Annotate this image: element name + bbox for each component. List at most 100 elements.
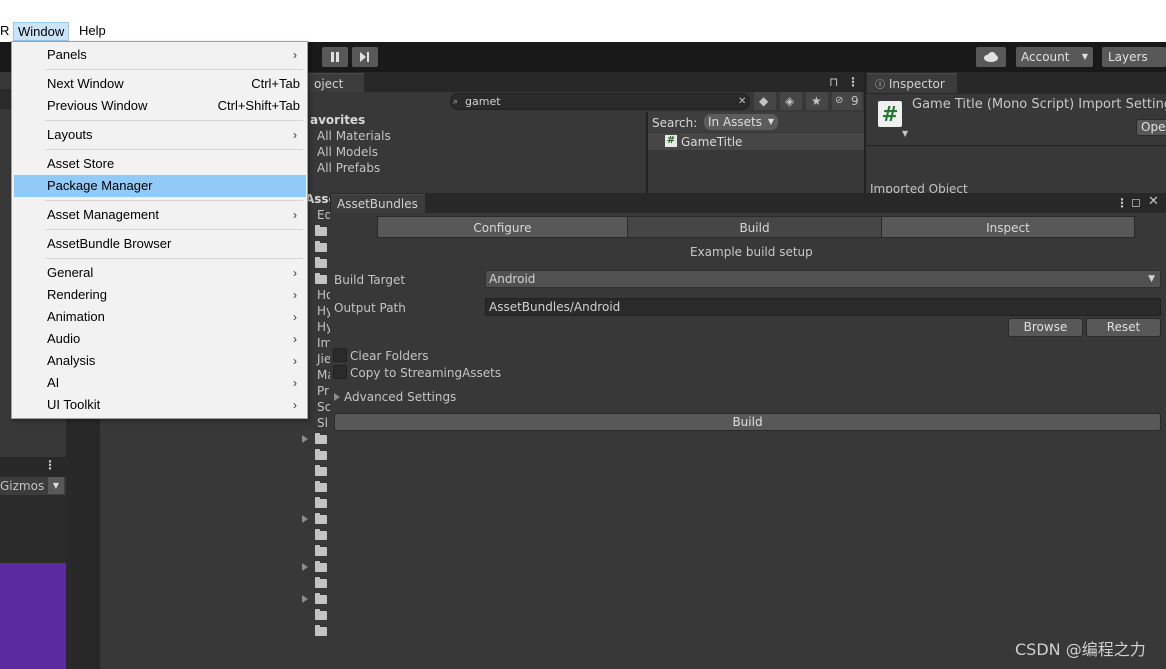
lock-icon[interactable]: ⊓: [829, 74, 838, 90]
result-name: GameTitle: [681, 135, 743, 149]
menu-item-label: AssetBundle Browser: [47, 236, 172, 251]
menu-item-label: Audio: [47, 331, 81, 346]
more-icon[interactable]: ⋮: [44, 458, 56, 472]
tab-inspector-label: Inspector: [888, 77, 945, 91]
pause-icon: [331, 52, 339, 62]
menu-item-audio[interactable]: Audio ›: [14, 328, 306, 350]
tab-project[interactable]: oject: [308, 73, 364, 93]
create-filter-button[interactable]: ◆: [754, 92, 776, 110]
build-target-dropdown[interactable]: Android ▼: [485, 270, 1161, 288]
menu-item-assetbundle-browser[interactable]: AssetBundle Browser: [14, 233, 306, 255]
pause-button[interactable]: [322, 47, 348, 67]
menubar-item-partial[interactable]: R: [0, 22, 13, 41]
assetbundles-tabbar: [330, 193, 1166, 213]
menu-item-asset-store[interactable]: Asset Store: [14, 153, 306, 175]
step-button[interactable]: [352, 47, 378, 67]
browse-button[interactable]: Browse: [1008, 318, 1083, 337]
close-icon[interactable]: ✕: [1148, 194, 1159, 210]
build-label: Build: [732, 415, 763, 429]
menubar-item-window[interactable]: Window: [13, 22, 70, 41]
layers-dropdown[interactable]: Layers: [1102, 47, 1166, 67]
fav-item[interactable]: All Models: [317, 144, 378, 160]
menu-item-layouts[interactable]: Layouts ›: [14, 124, 306, 146]
csharp-script-icon: #: [665, 135, 677, 147]
advanced-settings-foldout[interactable]: Advanced Settings: [344, 389, 456, 405]
star-icon: ★: [811, 94, 822, 108]
cloud-button[interactable]: [976, 47, 1006, 67]
menu-item-next-window[interactable]: Next Window Ctrl+Tab: [14, 73, 306, 95]
search-scope-dropdown[interactable]: In Assets ▼: [704, 114, 779, 130]
clear-folders-checkbox[interactable]: [333, 348, 347, 362]
build-button[interactable]: Build: [334, 413, 1161, 431]
tab-configure-label: Configure: [473, 221, 532, 235]
label-filter-button[interactable]: ◈: [780, 92, 802, 110]
menu-separator: [45, 258, 303, 259]
menu-item-analysis[interactable]: Analysis ›: [14, 350, 306, 372]
maximize-icon[interactable]: ◻: [1131, 194, 1141, 210]
menu-item-ui-toolkit[interactable]: UI Toolkit ›: [14, 394, 306, 416]
layers-label: Layers: [1108, 50, 1148, 64]
fav-item[interactable]: All Materials: [317, 128, 391, 144]
search-result-row[interactable]: # GameTitle: [648, 133, 864, 150]
more-icon[interactable]: ⋮: [1116, 195, 1128, 211]
dropdown-arrow-icon[interactable]: ▼: [902, 126, 908, 142]
advanced-foldout-arrow-icon[interactable]: [334, 393, 340, 401]
menu-item-rendering[interactable]: Rendering ›: [14, 284, 306, 306]
menu-item-label: Analysis: [47, 353, 96, 368]
search-scope-label: In Assets: [708, 115, 763, 129]
tab-project-label: oject: [314, 77, 344, 91]
output-path-input[interactable]: AssetBundles/Android: [485, 298, 1161, 316]
submenu-arrow-icon: ›: [293, 128, 297, 142]
menubar-item-help[interactable]: Help: [75, 22, 110, 41]
folder-icon: [315, 433, 327, 444]
gizmos-label: Gizmos: [0, 479, 45, 493]
menu-item-label: Next Window: [47, 76, 124, 91]
folder-icon: [315, 593, 327, 604]
tab-assetbundles[interactable]: AssetBundles: [331, 194, 425, 213]
open-button[interactable]: Oper: [1136, 119, 1166, 136]
clear-search-icon[interactable]: ✕: [738, 94, 746, 110]
menu-item-shortcut: Ctrl+Tab: [251, 76, 300, 91]
menu-item-label: Layouts: [47, 127, 93, 142]
reset-button[interactable]: Reset: [1086, 318, 1161, 337]
tab-configure[interactable]: Configure: [377, 216, 628, 238]
project-search-input[interactable]: gamet: [450, 93, 750, 110]
submenu-arrow-icon: ›: [293, 354, 297, 368]
fav-item[interactable]: All Prefabs: [317, 160, 380, 176]
output-path-value: AssetBundles/Android: [489, 300, 621, 314]
account-dropdown[interactable]: Account ▼: [1016, 47, 1093, 67]
folder-icon: [315, 225, 327, 236]
tab-build[interactable]: Build: [627, 216, 882, 238]
tab-inspect[interactable]: Inspect: [881, 216, 1135, 238]
build-target-value: Android: [489, 272, 536, 286]
menu-item-panels[interactable]: Panels ›: [14, 44, 306, 66]
watermark: CSDN @编程之力: [1015, 640, 1146, 659]
menu-item-previous-window[interactable]: Previous Window Ctrl+Shift+Tab: [14, 95, 306, 117]
submenu-arrow-icon: ›: [293, 288, 297, 302]
dropdown-arrow-icon: ▼: [48, 477, 64, 494]
tree-item[interactable]: Sl: [317, 415, 328, 431]
menu-separator: [45, 229, 303, 230]
menu-item-package-manager[interactable]: Package Manager: [14, 175, 306, 197]
expand-arrow-icon[interactable]: [302, 563, 308, 571]
favorite-button[interactable]: ★: [806, 92, 828, 110]
menu-item-shortcut: Ctrl+Shift+Tab: [217, 98, 300, 113]
more-icon[interactable]: ⋮: [847, 74, 859, 90]
hidden-packages-button[interactable]: ⊘ 9: [832, 92, 862, 110]
menu-item-ai[interactable]: AI ›: [14, 372, 306, 394]
menu-item-asset-management[interactable]: Asset Management ›: [14, 204, 306, 226]
menu-item-general[interactable]: General ›: [14, 262, 306, 284]
copy-streaming-checkbox[interactable]: [333, 365, 347, 379]
expand-arrow-icon[interactable]: [302, 435, 308, 443]
gizmos-dropdown[interactable]: Gizmos ▼: [0, 477, 66, 495]
tab-inspector[interactable]: ⓘ Inspector: [867, 73, 957, 93]
expand-arrow-icon[interactable]: [302, 515, 308, 523]
info-icon: ⓘ: [875, 80, 885, 91]
folder-icon: [315, 273, 327, 284]
submenu-arrow-icon: ›: [293, 310, 297, 324]
menu-item-animation[interactable]: Animation ›: [14, 306, 306, 328]
tree-item[interactable]: Pr: [317, 383, 329, 399]
expand-arrow-icon[interactable]: [302, 595, 308, 603]
favorites-header[interactable]: avorites: [310, 112, 365, 128]
folder-icon: [315, 497, 327, 508]
